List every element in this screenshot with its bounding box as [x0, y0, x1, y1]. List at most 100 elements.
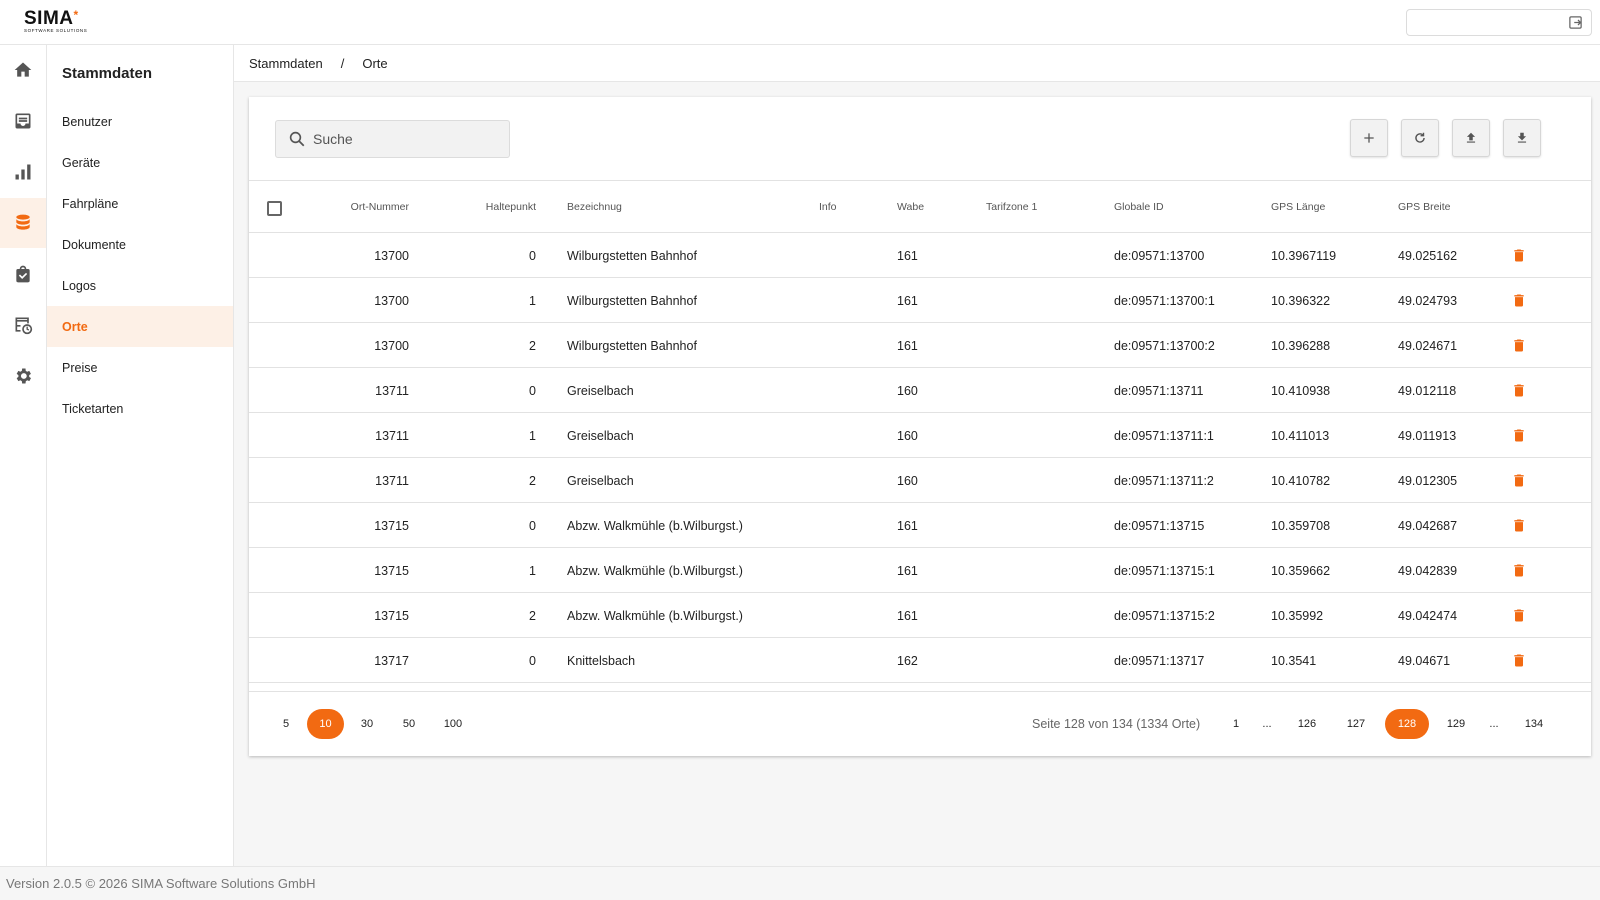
upload-button[interactable]: [1452, 119, 1490, 157]
cell-gps-laenge: 10.410938: [1271, 383, 1331, 398]
sidebar-item-fahrplaene[interactable]: Fahrpläne: [47, 183, 233, 224]
page-info: Seite 128 von 134 (1334 Orte): [1032, 717, 1201, 731]
logo-subtitle: SOFTWARE SOLUTIONS: [24, 28, 88, 33]
user-field[interactable]: [1406, 9, 1592, 36]
cell-gps-breite: 49.042474: [1398, 608, 1458, 623]
column-header-haltepunkt[interactable]: Haltepunkt: [454, 181, 536, 233]
table-row[interactable]: 13700 2 Wilburgstetten Bahnhof 161 de:09571:…: [249, 323, 1591, 368]
page-button-129[interactable]: 129: [1439, 709, 1473, 739]
cell-wabe: 161: [897, 518, 918, 533]
delete-icon[interactable]: [1511, 652, 1527, 669]
page-size-30[interactable]: 30: [352, 709, 382, 739]
table-row[interactable]: 13715 0 Abzw. Walkmühle (b.Wilburgst.) 161 d…: [249, 503, 1591, 548]
page-size-100[interactable]: 100: [435, 709, 471, 739]
table-row[interactable]: 13711 1 Greiselbach 160 de:09571:13711:1 10.4…: [249, 413, 1591, 458]
rail-item-settings[interactable]: [0, 351, 46, 401]
rail-item-shop[interactable]: [0, 249, 46, 299]
cell-wabe: 161: [897, 563, 918, 578]
cell-globale-id: de:09571:13711:1: [1114, 428, 1214, 443]
cell-wabe: 161: [897, 293, 918, 308]
logout-icon[interactable]: [1568, 15, 1583, 30]
sidebar-item-logos[interactable]: Logos: [47, 265, 233, 306]
table-row[interactable]: 13700 1 Wilburgstetten Bahnhof 161 de:09571:…: [249, 278, 1591, 323]
delete-icon[interactable]: [1511, 517, 1527, 534]
breadcrumb-separator: /: [340, 55, 345, 71]
cell-bezeichnung: Abzw. Walkmühle (b.Wilburgst.): [567, 518, 743, 533]
cell-globale-id: de:09571:13715:1: [1114, 563, 1215, 578]
column-header-ort-nummer[interactable]: Ort-Nummer: [329, 181, 409, 233]
cell-haltepunkt: 1: [529, 428, 536, 443]
table-row[interactable]: 13711 0 Greiselbach 160 de:09571:13711 10.410…: [249, 368, 1591, 413]
cell-haltepunkt: 2: [529, 338, 536, 353]
refresh-button[interactable]: [1401, 119, 1439, 157]
table-row[interactable]: 13717 0 Knittelsbach 162 de:09571:13717 10.35…: [249, 638, 1591, 683]
page-size-10[interactable]: 10: [307, 709, 344, 739]
cell-haltepunkt: 0: [529, 653, 536, 668]
breadcrumb-root[interactable]: Stammdaten: [249, 56, 323, 71]
search-input[interactable]: [313, 131, 493, 147]
sidebar-item-orte[interactable]: Orte: [47, 306, 233, 347]
cell-haltepunkt: 2: [529, 473, 536, 488]
column-header-gps-laenge[interactable]: GPS Länge: [1271, 181, 1325, 233]
rail-item-statistics[interactable]: [0, 147, 46, 197]
delete-icon[interactable]: [1511, 382, 1527, 399]
table-row[interactable]: 13700 0 Wilburgstetten Bahnhof 161 de:09571:…: [249, 233, 1591, 278]
cell-ort-nummer: 13711: [375, 428, 409, 443]
cell-ort-nummer: 13711: [375, 383, 409, 398]
delete-icon[interactable]: [1511, 562, 1527, 579]
cell-haltepunkt: 0: [529, 518, 536, 533]
cell-ort-nummer: 13700: [374, 293, 409, 308]
sidebar-item-preise[interactable]: Preise: [47, 347, 233, 388]
page-size-50[interactable]: 50: [394, 709, 424, 739]
page-size-5[interactable]: 5: [273, 709, 299, 739]
cell-gps-laenge: 10.359708: [1271, 518, 1331, 533]
select-all-checkbox[interactable]: [267, 201, 282, 216]
page-button-128[interactable]: 128: [1385, 709, 1429, 739]
sima-logo[interactable]: SIMA* SOFTWARE SOLUTIONS: [24, 8, 88, 34]
cell-gps-breite: 49.042839: [1398, 563, 1458, 578]
rail-item-home[interactable]: [0, 45, 46, 95]
download-button[interactable]: [1503, 119, 1541, 157]
column-header-info[interactable]: Info: [819, 181, 837, 233]
table-row[interactable]: 13715 2 Abzw. Walkmühle (b.Wilburgst.) 161 d…: [249, 593, 1591, 638]
rail-item-schedule[interactable]: [0, 300, 46, 350]
sidebar-item-geraete[interactable]: Geräte: [47, 142, 233, 183]
column-header-globale-id[interactable]: Globale ID: [1114, 181, 1164, 233]
column-header-bezeichnung[interactable]: Bezeichnug: [567, 181, 622, 233]
sidebar-item-dokumente[interactable]: Dokumente: [47, 224, 233, 265]
main-content: Stammdaten / Orte Ort-Nummer: [234, 45, 1600, 866]
sidebar-item-benutzer[interactable]: Benutzer: [47, 101, 233, 142]
page-button-134[interactable]: 134: [1517, 709, 1551, 739]
cell-gps-laenge: 10.3967119: [1271, 248, 1337, 263]
delete-icon[interactable]: [1511, 427, 1527, 444]
delete-icon[interactable]: [1511, 337, 1527, 354]
pagination-bar: 5 10 30 50 100 Seite 128 von 134 (1334 O…: [249, 691, 1591, 756]
cell-gps-breite: 49.04671: [1398, 653, 1451, 668]
cell-wabe: 160: [897, 383, 918, 398]
plus-icon: [1364, 133, 1374, 143]
column-header-wabe[interactable]: Wabe: [897, 181, 924, 233]
delete-icon[interactable]: [1511, 292, 1527, 309]
cell-ort-nummer: 13715: [374, 518, 409, 533]
cell-ort-nummer: 13717: [374, 653, 409, 668]
cell-wabe: 160: [897, 473, 918, 488]
sidebar-item-ticketarten[interactable]: Ticketarten: [47, 388, 233, 429]
add-button[interactable]: [1350, 119, 1388, 157]
cell-haltepunkt: 2: [529, 608, 536, 623]
cell-haltepunkt: 0: [529, 248, 536, 263]
rail-item-stammdaten[interactable]: [0, 198, 46, 248]
delete-icon[interactable]: [1511, 607, 1527, 624]
table-row[interactable]: 13711 2 Greiselbach 160 de:09571:13711:2 10.4…: [249, 458, 1591, 503]
table-row[interactable]: 13715 1 Abzw. Walkmühle (b.Wilburgst.) 161 d…: [249, 548, 1591, 593]
download-icon: [1517, 132, 1527, 143]
delete-icon[interactable]: [1511, 247, 1527, 264]
page-button-126[interactable]: 126: [1290, 709, 1324, 739]
column-header-gps-breite[interactable]: GPS Breite: [1398, 181, 1451, 233]
delete-icon[interactable]: [1511, 472, 1527, 489]
page-button-1[interactable]: 1: [1226, 709, 1246, 739]
page-button-127[interactable]: 127: [1339, 709, 1373, 739]
column-header-tarifzone[interactable]: Tarifzone 1: [986, 181, 1037, 233]
search-box[interactable]: [275, 120, 510, 158]
table-toolbar: [249, 97, 1591, 181]
rail-item-inbox[interactable]: [0, 96, 46, 146]
